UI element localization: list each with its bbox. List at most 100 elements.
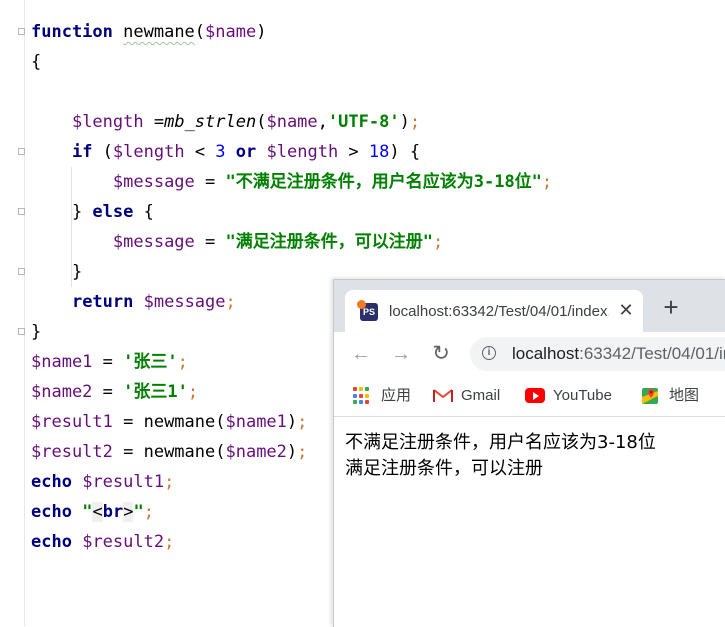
fold-marker-icon[interactable]	[18, 208, 25, 215]
code-token: }	[31, 262, 83, 282]
fold-marker-icon[interactable]	[18, 328, 25, 335]
code-line[interactable]: $message = "不满足注册条件，用户名应该为3-18位";	[31, 167, 725, 197]
code-token: echo	[31, 472, 72, 492]
indent-guide	[71, 227, 72, 257]
page-content: 不满足注册条件，用户名应该为3-18位 满足注册条件，可以注册	[334, 417, 725, 627]
code-token: mb_strlen	[164, 112, 257, 132]
code-token: $result1	[31, 412, 113, 432]
code-token: =	[143, 112, 165, 132]
youtube-icon	[525, 388, 545, 403]
code-token: ;	[409, 112, 421, 132]
code-token: >	[123, 502, 134, 522]
code-token: (	[92, 142, 113, 162]
code-line[interactable]: if ($length < 3 or $length > 18) {	[31, 137, 725, 167]
gmail-icon	[433, 389, 453, 403]
fold-marker-icon[interactable]	[18, 148, 25, 155]
code-token: $length	[266, 142, 339, 162]
code-token: newmane	[123, 22, 195, 42]
code-token: (	[194, 22, 206, 42]
info-icon[interactable]: i	[482, 346, 496, 360]
code-token: {	[31, 52, 42, 72]
url-text[interactable]: localhost:63342/Test/04/01/index.php	[512, 343, 725, 365]
code-token: <	[184, 142, 216, 162]
forward-arrow-icon[interactable]: →	[390, 343, 412, 365]
code-token: "不满足注册条件，用户名应该为3-18位"	[225, 172, 542, 192]
code-token: )	[286, 442, 298, 462]
code-token: ;	[225, 292, 236, 312]
bookmark-label: 应用	[381, 387, 412, 404]
bookmark-label: Gmail	[461, 387, 501, 404]
code-token: 3	[215, 142, 226, 162]
code-token: ;	[164, 532, 175, 552]
bookmark-maps[interactable]: 地图	[641, 386, 711, 406]
code-token: =	[194, 232, 226, 252]
code-token: 'UTF-8'	[327, 112, 400, 132]
close-icon[interactable]: ✕	[615, 299, 637, 321]
code-token: }	[31, 202, 93, 222]
code-line[interactable]	[31, 77, 725, 107]
code-token: )	[286, 412, 298, 432]
code-line[interactable]: function newmane($name)	[31, 17, 725, 47]
reload-icon[interactable]: ↻	[430, 343, 452, 365]
editor-gutter	[0, 0, 25, 626]
code-token: "满足注册条件，可以注册"	[225, 232, 433, 252]
new-tab-icon[interactable]: +	[659, 294, 683, 320]
address-bar[interactable]: i localhost:63342/Test/04/01/index.php	[470, 337, 725, 371]
fold-marker-icon[interactable]	[18, 28, 25, 35]
code-token: $result2	[82, 532, 165, 552]
output-line-1: 不满足注册条件，用户名应该为3-18位	[345, 432, 656, 453]
code-token: 18	[368, 142, 390, 162]
php-storm-icon: PS	[357, 300, 378, 321]
bookmark-gmail[interactable]: Gmail	[433, 386, 513, 406]
code-token: ;	[541, 172, 553, 192]
bookmark-label: YouTube	[553, 387, 612, 404]
code-token: )	[256, 22, 267, 42]
maps-icon	[642, 388, 658, 404]
code-token: '张三1'	[123, 382, 188, 402]
code-token: =	[194, 172, 226, 192]
code-token: (	[256, 112, 267, 132]
browser-tab[interactable]: PS localhost:63342/Test/04/01/index.php …	[345, 290, 643, 332]
code-line[interactable]: $message = "满足注册条件，可以注册";	[31, 227, 725, 257]
code-token: ;	[187, 382, 199, 402]
browser-toolbar: ← → ↻ i localhost:63342/Test/04/01/index…	[334, 332, 725, 376]
fold-marker-icon[interactable]	[18, 268, 25, 275]
code-token: }	[31, 322, 42, 342]
code-token: $result1	[82, 472, 165, 492]
bookmark-youtube[interactable]: YouTube	[525, 386, 625, 406]
code-token: $message	[112, 232, 195, 252]
code-token: "	[133, 502, 144, 522]
code-token: ;	[297, 412, 308, 432]
code-token: if	[71, 142, 93, 162]
code-line[interactable]: } else {	[31, 197, 725, 227]
code-token: $length	[71, 112, 144, 132]
code-token: echo	[31, 532, 72, 552]
code-token: $length	[112, 142, 185, 162]
code-token: ) {	[389, 142, 421, 162]
url-host: localhost	[512, 344, 580, 363]
code-token: $name1	[31, 352, 93, 372]
output-line-2: 满足注册条件，可以注册	[345, 458, 543, 479]
code-token: )	[399, 112, 410, 132]
code-token: else	[92, 202, 134, 222]
code-token: '张三'	[123, 352, 178, 372]
apps-icon	[353, 387, 371, 405]
code-token: function	[31, 22, 113, 42]
editor-empty-area	[25, 553, 333, 626]
code-token: $name	[205, 22, 257, 42]
code-line[interactable]: {	[31, 47, 725, 77]
code-token: <	[92, 502, 103, 522]
code-line[interactable]: $length =mb_strlen($name,'UTF-8');	[31, 107, 725, 137]
code-token: = newmane(	[112, 412, 226, 432]
code-token: $result2	[31, 442, 113, 462]
back-arrow-icon[interactable]: ←	[350, 343, 372, 365]
bookmark-apps[interactable]: 应用	[353, 386, 423, 406]
code-token: ;	[432, 232, 444, 252]
code-token: ;	[177, 352, 188, 372]
code-token: ;	[164, 472, 175, 492]
